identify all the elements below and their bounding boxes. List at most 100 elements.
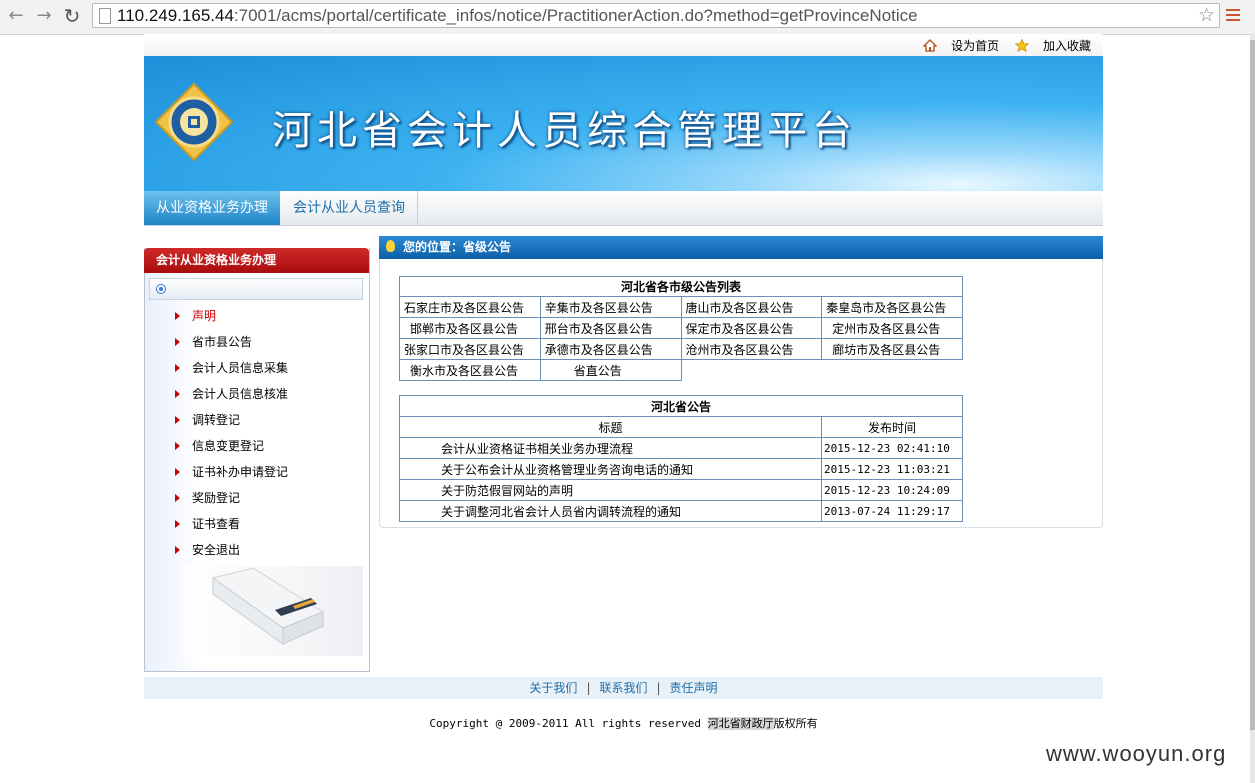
sidebar-item-label: 安全退出 [192, 543, 241, 557]
top-strip: 设为首页 加入收藏 [144, 34, 1103, 56]
address-bar[interactable]: 110.249.165.44:7001/acms/portal/certific… [92, 3, 1220, 28]
sidebar-item-label: 信息变更登记 [192, 439, 265, 453]
disclaimer-link[interactable]: 责任声明 [670, 681, 718, 695]
city-link-provincial[interactable]: 省直公告 [539, 359, 682, 381]
city-link-dingzhou[interactable]: 定州市及各区县公告 [821, 317, 963, 339]
add-favorite-label: 加入收藏 [1042, 39, 1091, 53]
arrow-right-icon [175, 312, 180, 320]
province-notice-table: 河北省公告 标题 发布时间 会计从业资格证书相关业务办理流程 2015-12-2… [399, 395, 963, 522]
url-text[interactable]: 110.249.165.44:7001/acms/portal/certific… [117, 6, 918, 26]
footer-separator: | [656, 681, 661, 695]
city-link-xingtai[interactable]: 邢台市及各区县公告 [539, 317, 682, 339]
city-notice-table: 河北省各市级公告列表 石家庄市及各区县公告 辛集市及各区县公告 唐山市及各区县公… [399, 276, 963, 381]
city-link-tangshan[interactable]: 唐山市及各区县公告 [680, 296, 823, 318]
sidebar-item-label: 证书查看 [192, 517, 241, 531]
scrollbar-thumb[interactable] [1250, 40, 1255, 730]
tab-qualification-business[interactable]: 从业资格业务办理 [144, 191, 280, 225]
sidebar-item-cert-reissue[interactable]: 证书补办申请登记 [170, 461, 288, 487]
city-link-chengde[interactable]: 承德市及各区县公告 [539, 338, 682, 360]
arrow-right-icon [175, 390, 180, 398]
col-header-title: 标题 [399, 416, 822, 438]
sidebar-item-label: 证书补办申请登记 [192, 465, 289, 479]
arrow-right-icon [175, 442, 180, 450]
notice-table-title: 河北省公告 [399, 395, 963, 417]
sidebar-item-city-notice[interactable]: 省市县公告 [170, 331, 288, 357]
sidebar-item-logout[interactable]: 安全退出 [170, 539, 288, 565]
breadcrumb-text: 您的位置：省级公告 [403, 240, 512, 254]
notice-title-link[interactable]: 关于防范假冒网站的声明 [399, 479, 822, 501]
notice-title-link[interactable]: 关于公布会计从业资格管理业务咨询电话的通知 [399, 458, 822, 480]
star-icon [1014, 39, 1029, 52]
notice-title-link[interactable]: 会计从业资格证书相关业务办理流程 [399, 437, 822, 459]
certificate-book-image [183, 566, 363, 656]
arrow-right-icon [175, 364, 180, 372]
notice-date: 2015-12-23 10:24:09 [821, 479, 963, 501]
sidebar-item-cert-view[interactable]: 证书查看 [170, 513, 288, 539]
city-link-zhangjiakou[interactable]: 张家口市及各区县公告 [399, 338, 541, 360]
url-path: :7001/acms/portal/certificate_infos/noti… [233, 6, 918, 25]
empty-cell [680, 359, 822, 381]
arrow-right-icon [175, 520, 180, 528]
city-link-handan[interactable]: 邯郸市及各区县公告 [399, 317, 541, 339]
add-favorite-link[interactable]: 加入收藏 [1014, 39, 1091, 53]
sidebar-item-label: 调转登记 [192, 413, 241, 427]
footer-separator: | [586, 681, 591, 695]
sidebar-item-info-collect[interactable]: 会计人员信息采集 [170, 357, 288, 383]
about-us-link[interactable]: 关于我们 [529, 681, 577, 695]
set-home-link[interactable]: 设为首页 [923, 39, 999, 53]
sidebar-item-info-verify[interactable]: 会计人员信息核准 [170, 383, 288, 409]
banner-title: 河北省会计人员综合管理平台 [272, 108, 857, 154]
reload-icon[interactable]: ↻ [60, 4, 84, 28]
city-link-qinhuangdao[interactable]: 秦皇岛市及各区县公告 [821, 296, 963, 318]
city-link-shijiazhuang[interactable]: 石家庄市及各区县公告 [399, 296, 541, 318]
arrow-right-icon [175, 338, 180, 346]
top-links: 设为首页 加入收藏 [911, 37, 1091, 54]
footer-links: 关于我们 | 联系我们 | 责任声明 [144, 677, 1103, 699]
sidebar-item-statement[interactable]: 声明 [170, 305, 288, 331]
arrow-right-icon [175, 468, 180, 476]
sidebar-header: 会计从业资格业务办理 [144, 248, 369, 273]
browser-toolbar: ← → ↻ 110.249.165.44:7001/acms/portal/ce… [0, 0, 1255, 35]
home-icon [923, 39, 938, 52]
city-link-hengshui[interactable]: 衡水市及各区县公告 [399, 359, 541, 381]
tab-practitioner-query[interactable]: 会计从业人员查询 [281, 191, 418, 225]
contact-us-link[interactable]: 联系我们 [599, 681, 647, 695]
main-nav: 从业资格业务办理 会计从业人员查询 [144, 191, 1103, 226]
breadcrumb: 您的位置：省级公告 [379, 236, 1103, 259]
city-link-xinji[interactable]: 辛集市及各区县公告 [539, 296, 682, 318]
notice-date: 2015-12-23 11:03:21 [821, 458, 963, 480]
sidebar-menu: 声明 省市县公告 会计人员信息采集 会计人员信息核准 调转登记 信息变更登记 证… [170, 305, 288, 565]
col-header-time: 发布时间 [821, 416, 963, 438]
table-row: 会计从业资格证书相关业务办理流程 2015-12-23 02:41:10 [399, 437, 963, 459]
sidebar-item-info-change[interactable]: 信息变更登记 [170, 435, 288, 461]
sidebar-item-label: 省市县公告 [192, 335, 253, 349]
header-banner: 河北省会计人员综合管理平台 [144, 56, 1103, 191]
book-illustration [211, 567, 325, 645]
emblem-logo [154, 82, 234, 162]
city-link-baoding[interactable]: 保定市及各区县公告 [680, 317, 823, 339]
notice-title-link[interactable]: 关于调整河北省会计人员省内调转流程的通知 [399, 500, 822, 522]
sidebar-item-transfer[interactable]: 调转登记 [170, 409, 288, 435]
sidebar-item-label: 声明 [192, 309, 217, 323]
empty-cell [822, 360, 963, 381]
copyright-org: 河北省财政厅 [707, 717, 774, 730]
sidebar-subheader [149, 278, 363, 300]
city-link-cangzhou[interactable]: 沧州市及各区县公告 [680, 338, 823, 360]
watermark: www.wooyun.org [1046, 741, 1227, 766]
city-link-langfang[interactable]: 廊坊市及各区县公告 [821, 338, 963, 360]
lightbulb-icon [386, 240, 395, 252]
back-icon[interactable]: ← [4, 4, 28, 28]
arrow-right-icon [175, 494, 180, 502]
sidebar-item-label: 会计人员信息核准 [192, 387, 289, 401]
table-row: 关于调整河北省会计人员省内调转流程的通知 2013-07-24 11:29:17 [399, 500, 963, 522]
table-row: 关于公布会计从业资格管理业务咨询电话的通知 2015-12-23 11:03:2… [399, 458, 963, 480]
sidebar-item-reward[interactable]: 奖励登记 [170, 487, 288, 513]
bookmark-star-icon[interactable]: ☆ [1198, 4, 1215, 26]
menu-icon[interactable] [1226, 6, 1240, 26]
forward-icon[interactable]: → [32, 4, 56, 28]
radio-dot-icon [156, 284, 166, 294]
copyright-text: Copyright @ 2009-2011 All rights reserve… [429, 717, 708, 730]
url-host: 110.249.165.44 [117, 6, 234, 25]
city-table-title: 河北省各市级公告列表 [399, 276, 963, 297]
page-icon [99, 8, 111, 24]
